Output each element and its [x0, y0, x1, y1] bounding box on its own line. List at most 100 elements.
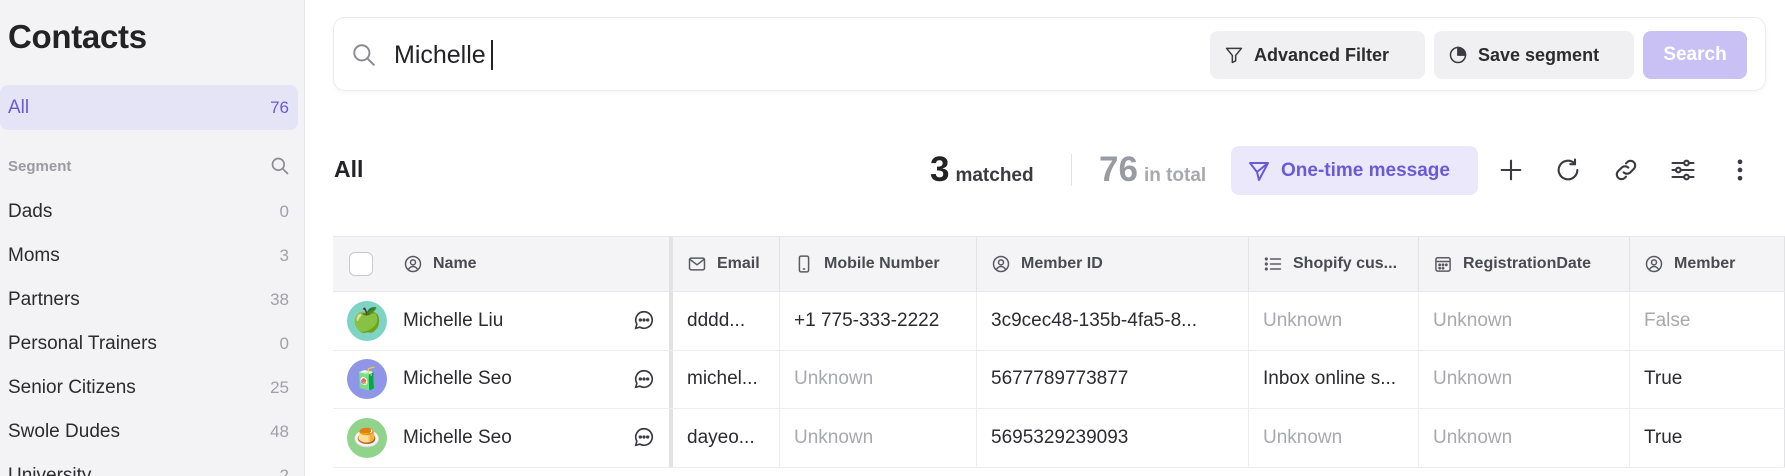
text-caret [491, 40, 493, 70]
search-icon[interactable] [270, 156, 290, 176]
add-icon[interactable] [1497, 156, 1525, 184]
member-id-cell: 3c9cec48-135b-4fa5-8... [977, 292, 1249, 350]
chat-bubble-icon[interactable] [633, 368, 655, 390]
sidebar-item-label: University [8, 465, 92, 476]
sidebar-item-dads[interactable]: Dads 0 [0, 190, 298, 234]
total-count: 76 in total [1099, 150, 1206, 190]
shopify-cell: Unknown [1249, 292, 1419, 350]
column-header-name[interactable]: Name [389, 237, 673, 291]
user-circle-icon [1645, 255, 1663, 273]
column-header-email[interactable]: Email [673, 237, 780, 291]
refresh-icon[interactable] [1554, 156, 1582, 184]
mobile-cell: +1 775-333-2222 [780, 292, 977, 350]
sidebar-item-count: 2 [279, 466, 289, 476]
view-title: All [334, 156, 364, 182]
send-icon [1249, 161, 1269, 181]
table-header: Name Email Mobile Number Member ID Shopi… [333, 236, 1785, 292]
sidebar-item-count: 0 [279, 334, 289, 353]
contact-name: Michelle Seo [403, 368, 512, 390]
chat-bubble-icon[interactable] [633, 309, 655, 331]
sidebar-item-label: All [8, 96, 30, 118]
sidebar-item-university[interactable]: University 2 [0, 454, 298, 476]
sidebar-item-senior-citizens[interactable]: Senior Citizens 25 [0, 366, 298, 410]
search-button[interactable]: Search [1643, 31, 1747, 79]
row-avatar-cell: 🍏 [333, 292, 389, 350]
page-title: Contacts [8, 18, 147, 55]
matched-number: 3 [930, 150, 950, 189]
matched-count: 3 matched [930, 150, 1034, 190]
select-all-checkbox[interactable] [349, 252, 373, 276]
email-cell: dddd... [673, 292, 780, 350]
column-header-label: Shopify cus... [1293, 255, 1398, 272]
table-row[interactable]: 🍏 Michelle Liu dddd... +1 775-333-2222 3… [333, 292, 1785, 351]
sidebar-item-personal-trainers[interactable]: Personal Trainers 0 [0, 322, 298, 366]
name-cell[interactable]: Michelle Seo [389, 409, 673, 467]
member-id-cell: 5677789773877 [977, 350, 1249, 408]
name-cell[interactable]: Michelle Liu [389, 292, 673, 350]
sidebar-item-label: Swole Dudes [8, 421, 120, 442]
segment-label: Segment [8, 157, 72, 175]
avatar: 🍏 [347, 300, 387, 341]
column-header-label: Mobile Number [824, 255, 940, 272]
save-segment-label: Save segment [1478, 44, 1600, 65]
sidebar-item-count: 76 [270, 97, 289, 117]
email-cell: dayeo... [673, 409, 780, 467]
mail-icon [688, 257, 706, 271]
table-row[interactable]: 🧃 Michelle Seo michel... Unknown 5677789… [333, 350, 1785, 409]
column-header-member[interactable]: Member [1630, 237, 1785, 291]
more-vertical-icon[interactable] [1726, 156, 1754, 184]
sidebar-item-label: Senior Citizens [8, 377, 136, 398]
search-input[interactable] [394, 36, 994, 74]
avatar: 🧃 [347, 359, 387, 400]
calendar-icon [1435, 257, 1451, 272]
sidebar-item-label: Partners [8, 289, 80, 310]
total-label: in total [1143, 165, 1207, 186]
column-header-registration-date[interactable]: RegistrationDate [1419, 237, 1630, 291]
contact-name: Michelle Liu [403, 309, 504, 331]
contacts-table: Name Email Mobile Number Member ID Shopi… [333, 236, 1785, 468]
member-cell: True [1630, 350, 1785, 408]
sidebar-item-count: 48 [270, 422, 289, 441]
member-id-cell: 5695329239093 [977, 409, 1249, 467]
segment-list: Dads 0 Moms 3 Partners 38 Personal Train… [0, 190, 298, 476]
registration-date-cell: Unknown [1419, 350, 1630, 408]
email-cell: michel... [673, 350, 780, 408]
search-bar: Advanced Filter Save segment Search [333, 17, 1766, 91]
save-segment-button[interactable]: Save segment [1434, 31, 1634, 79]
header-select-all [333, 237, 389, 291]
search-icon [353, 44, 375, 66]
phone-icon [798, 255, 810, 273]
name-cell[interactable]: Michelle Seo [389, 350, 673, 408]
contact-name: Michelle Seo [403, 426, 512, 448]
shopify-cell: Inbox online s... [1249, 350, 1419, 408]
link-icon[interactable] [1612, 156, 1640, 184]
column-header-label: Member [1674, 255, 1736, 272]
chat-bubble-icon[interactable] [633, 426, 655, 448]
sidebar: Contacts All 76 Segment Dads 0 Moms 3 Pa… [0, 0, 305, 476]
settings-sliders-icon[interactable] [1669, 156, 1697, 184]
column-header-member-id[interactable]: Member ID [977, 237, 1249, 291]
sidebar-item-partners[interactable]: Partners 38 [0, 278, 298, 322]
sidebar-item-moms[interactable]: Moms 3 [0, 234, 298, 278]
row-avatar-cell: 🧃 [333, 351, 389, 409]
sidebar-item-swole-dudes[interactable]: Swole Dudes 48 [0, 410, 298, 454]
one-time-message-button[interactable]: One-time message [1231, 146, 1478, 195]
sidebar-item-label: Dads [8, 201, 53, 222]
sidebar-item-count: 0 [279, 202, 289, 221]
advanced-filter-label: Advanced Filter [1254, 44, 1390, 65]
registration-date-cell: Unknown [1419, 409, 1630, 467]
filter-icon [1225, 47, 1243, 64]
sidebar-item-count: 3 [279, 246, 289, 265]
sidebar-item-count: 38 [270, 290, 289, 309]
table-row[interactable]: 🍮 Michelle Seo dayeo... Unknown 56953292… [333, 409, 1785, 468]
registration-date-cell: Unknown [1419, 292, 1630, 350]
column-header-shopify[interactable]: Shopify cus... [1249, 237, 1419, 291]
one-time-message-label: One-time message [1281, 159, 1450, 181]
avatar: 🍮 [347, 417, 387, 458]
sidebar-item-all[interactable]: All 76 [0, 85, 298, 130]
pie-chart-icon [1449, 46, 1467, 64]
member-cell: True [1630, 409, 1785, 467]
advanced-filter-button[interactable]: Advanced Filter [1210, 31, 1425, 79]
mobile-cell: Unknown [780, 350, 977, 408]
column-header-mobile[interactable]: Mobile Number [780, 237, 977, 291]
